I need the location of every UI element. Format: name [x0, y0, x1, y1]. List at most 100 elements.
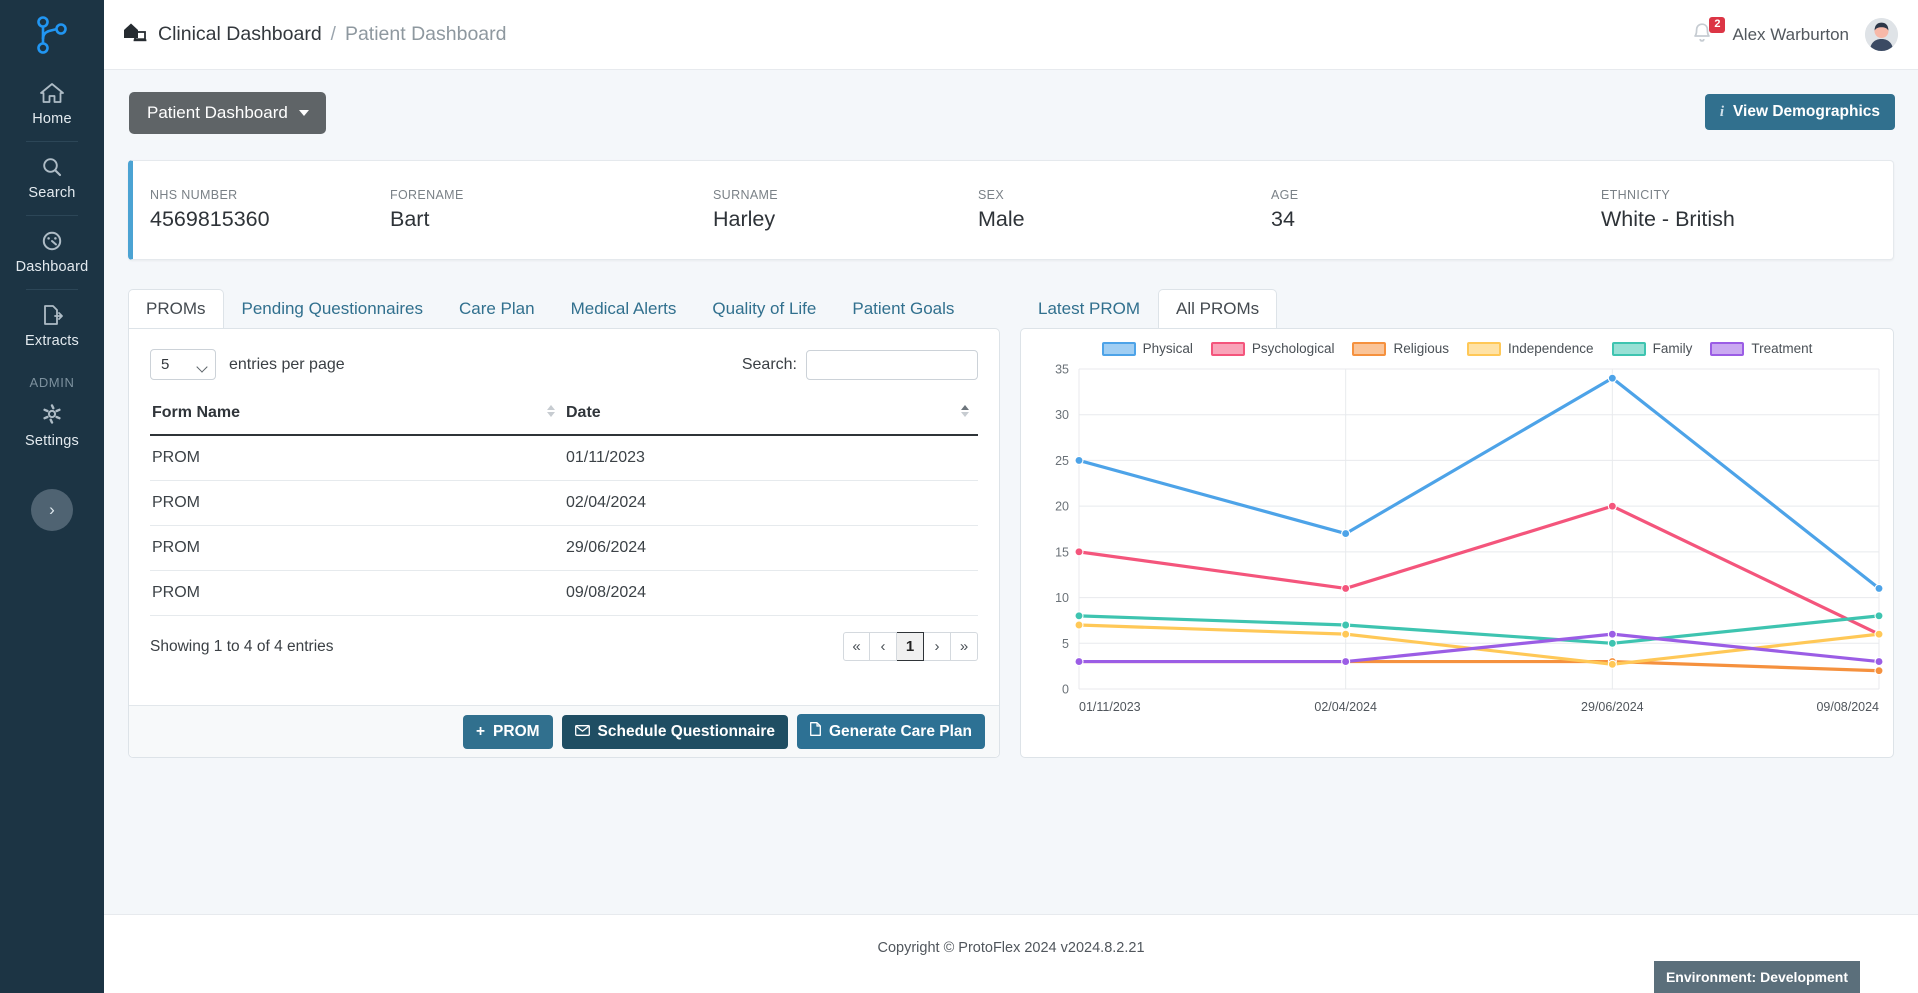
pagination-last[interactable]: » [951, 632, 978, 661]
sidebar-item-search[interactable]: Search [0, 144, 104, 213]
column-header-form-name[interactable]: Form Name [150, 394, 564, 436]
tab-label: Latest PROM [1038, 299, 1141, 318]
cell-date: 29/06/2024 [564, 525, 978, 571]
patient-field-forename: FORENAME Bart [373, 188, 696, 232]
proms-line-chart: 0 5 10 15 20 25 30 35 01/11/2023 02/04/2024 29/06/… [1055, 363, 1884, 714]
chart-point-independence-0[interactable] [1074, 620, 1084, 630]
chart-point-psychological-0[interactable] [1074, 547, 1084, 557]
schedule-questionnaire-button[interactable]: Schedule Questionnaire [561, 714, 788, 749]
y-axis-tick-label: 35 [1055, 363, 1069, 377]
chart-point-independence-3[interactable] [1874, 629, 1884, 639]
tab-all-proms[interactable]: All PROMs [1158, 289, 1278, 329]
branch-logo-icon [37, 16, 67, 54]
cell-form-name: PROM [150, 525, 564, 571]
button-label: PROM [493, 722, 540, 740]
legend-item-religious[interactable]: Religious [1352, 341, 1449, 356]
patient-field-nhs-number: NHS NUMBER 4569815360 [133, 188, 373, 232]
search-input[interactable] [806, 349, 978, 380]
cell-date: 01/11/2023 [564, 435, 978, 481]
tab-pending-questionnaires[interactable]: Pending Questionnaires [224, 289, 441, 329]
legend-item-treatment[interactable]: Treatment [1710, 341, 1812, 356]
column-header-date[interactable]: Date [564, 394, 978, 436]
breadcrumb-primary[interactable]: Clinical Dashboard [158, 23, 322, 46]
table-row[interactable]: PROM 01/11/2023 [150, 435, 978, 481]
legend-item-physical[interactable]: Physical [1101, 341, 1193, 356]
table-row[interactable]: PROM 09/08/2024 [150, 570, 978, 616]
x-axis-tick-label: 02/04/2024 [1314, 700, 1377, 714]
patient-field-sex: SEX Male [961, 188, 1254, 232]
chart-point-family-0[interactable] [1074, 611, 1084, 621]
chart-point-physical-1[interactable] [1341, 529, 1351, 539]
pagination-prev[interactable]: ‹ [870, 632, 897, 661]
caret-down-icon [298, 110, 309, 116]
dashboard-selector-dropdown[interactable]: Patient Dashboard [129, 92, 326, 134]
sidebar-collapse-toggle[interactable]: › [31, 489, 73, 531]
chart-point-psychological-1[interactable] [1341, 583, 1351, 593]
chart-point-physical-3[interactable] [1874, 583, 1884, 593]
chart-point-family-3[interactable] [1874, 611, 1884, 621]
field-value: White - British [1601, 207, 1735, 231]
field-value: 4569815360 [150, 207, 270, 231]
chart-series-treatment [1077, 632, 1881, 664]
notifications-button[interactable]: 2 [1690, 16, 1726, 49]
chart-point-physical-0[interactable] [1074, 455, 1084, 465]
tab-care-plan[interactable]: Care Plan [441, 289, 553, 329]
pagination-next[interactable]: › [924, 632, 951, 661]
chart-point-treatment-1[interactable] [1341, 657, 1351, 667]
table-footer: Showing 1 to 4 of 4 entries « ‹ 1 › » [129, 616, 999, 661]
legend-label: Treatment [1751, 341, 1813, 356]
table-body: PROM 01/11/2023 PROM 02/04/2024 PROM 29/… [150, 435, 978, 616]
x-axis-tick-label: 29/06/2024 [1581, 700, 1644, 714]
patient-field-ethnicity: ETHNICITY White - British [1584, 188, 1735, 232]
chart-point-treatment-2[interactable] [1607, 629, 1617, 639]
chevron-right-icon: › [49, 500, 55, 519]
chart-point-family-1[interactable] [1341, 620, 1351, 630]
sidebar-divider [26, 215, 78, 216]
pagination-page-1[interactable]: 1 [897, 632, 924, 661]
tab-patient-goals[interactable]: Patient Goals [834, 289, 972, 329]
legend-swatch [1352, 341, 1387, 356]
tab-proms[interactable]: PROMs [128, 289, 224, 329]
legend-label: Independence [1507, 341, 1594, 356]
legend-label: Family [1652, 341, 1693, 356]
sidebar-item-settings[interactable]: Settings [0, 392, 104, 461]
table-row[interactable]: PROM 02/04/2024 [150, 480, 978, 526]
legend-item-psychological[interactable]: Psychological [1210, 341, 1334, 356]
chart-point-religious-3[interactable] [1874, 666, 1884, 676]
avatar[interactable] [1865, 18, 1898, 51]
chart-point-independence-1[interactable] [1341, 629, 1351, 639]
proms-chart-card: Physical Psychological Religious Independen… [1020, 328, 1894, 758]
chart-point-physical-2[interactable] [1607, 373, 1617, 383]
card-action-footer: + PROM Schedule Questionnaire Generate C… [129, 705, 999, 757]
pagination-first[interactable]: « [843, 632, 870, 661]
tab-label: Patient Goals [852, 299, 955, 318]
app-logo[interactable] [0, 0, 104, 70]
chart-series-psychological [1077, 504, 1881, 636]
add-prom-button[interactable]: + PROM [462, 714, 553, 749]
sidebar: Home Search Dashboard Extracts ADMIN Set… [0, 0, 104, 993]
tab-quality-of-life[interactable]: Quality of Life [694, 289, 834, 329]
user-name-label: Alex Warburton [1732, 24, 1849, 44]
legend-item-family[interactable]: Family [1611, 341, 1693, 356]
field-value: 34 [1271, 207, 1295, 231]
y-axis-tick-label: 25 [1055, 454, 1069, 468]
table-row[interactable]: PROM 29/06/2024 [150, 525, 978, 571]
entries-per-page-select[interactable]: 5 10 25 50 100 [150, 349, 216, 380]
tab-medical-alerts[interactable]: Medical Alerts [553, 289, 695, 329]
sidebar-item-extracts[interactable]: Extracts [0, 292, 104, 361]
sidebar-item-dashboard[interactable]: Dashboard [0, 218, 104, 287]
chart-point-independence-2[interactable] [1607, 659, 1617, 669]
chart-point-treatment-0[interactable] [1074, 657, 1084, 667]
patient-summary-banner: NHS NUMBER 4569815360 FORENAME Bart SURN… [128, 160, 1894, 260]
tab-latest-prom[interactable]: Latest PROM [1020, 289, 1158, 329]
legend-item-independence[interactable]: Independence [1466, 341, 1594, 356]
chart-point-psychological-2[interactable] [1607, 501, 1617, 511]
chart-point-family-2[interactable] [1607, 638, 1617, 648]
user-avatar-icon [1865, 18, 1898, 51]
view-demographics-button[interactable]: i View Demographics [1704, 94, 1895, 130]
generate-care-plan-button[interactable]: Generate Care Plan [796, 714, 985, 749]
sidebar-item-home[interactable]: Home [0, 70, 104, 139]
sidebar-item-label: Extracts [25, 333, 79, 349]
field-label: AGE [1271, 188, 1299, 202]
chart-point-treatment-3[interactable] [1874, 657, 1884, 667]
